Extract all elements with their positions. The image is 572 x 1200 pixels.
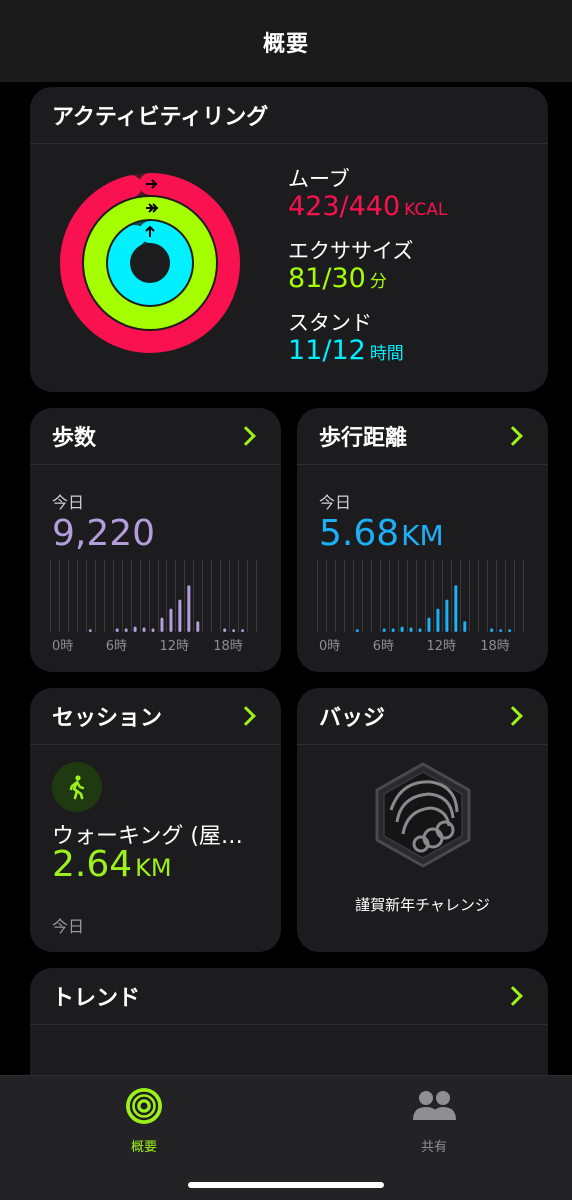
exercise-unit: 分	[369, 272, 387, 292]
card-header: 歩数	[30, 408, 281, 465]
session-day: 今日	[52, 917, 85, 936]
new-year-badge-icon[interactable]	[371, 760, 475, 870]
hour-axis-label: 18時	[480, 639, 510, 654]
exercise-label: エクササイズ	[288, 239, 414, 263]
badge-label: 謹賀新年チャレンジ	[355, 896, 490, 914]
hour-bar	[151, 628, 155, 632]
hour-bar	[133, 626, 137, 632]
hour-bar	[463, 621, 467, 632]
stand-stat: スタンド 11/12 時間	[288, 307, 404, 366]
card-header: セッション	[30, 688, 281, 745]
move-value: 423/440	[288, 191, 401, 222]
move-unit: KCAL	[404, 200, 448, 220]
hour-bar	[160, 617, 164, 632]
hour-bar	[490, 628, 494, 632]
move-value-line: 423/440 KCAL	[288, 191, 447, 222]
distance-period: 今日	[319, 493, 352, 512]
hour-bar	[445, 599, 449, 632]
walking-icon	[52, 762, 102, 812]
hour-bar	[391, 628, 395, 632]
steps-value: 9,220	[52, 513, 156, 554]
activity-rings-card[interactable]: アクティビティリング ムーブ 423/440 KCAL エクササイズ 81/30 分…	[30, 87, 548, 392]
distance-card-title: 歩行距離	[319, 426, 408, 451]
move-label: ムーブ	[288, 167, 350, 191]
hour-bar	[178, 599, 182, 632]
hour-bar	[241, 629, 245, 632]
hour-bar	[196, 621, 200, 632]
chevron-right-icon[interactable]	[503, 426, 523, 446]
hour-bar	[418, 628, 422, 632]
distance-value-line: 5.68KM	[319, 513, 548, 554]
stand-label: スタンド	[288, 311, 372, 335]
distance-unit: KM	[401, 519, 444, 552]
activity-card-title: アクティビティリング	[52, 105, 269, 130]
stand-ring	[108, 221, 192, 305]
chevron-right-icon[interactable]	[503, 706, 523, 726]
session-value: 2.64	[52, 844, 133, 885]
home-indicator	[188, 1182, 384, 1188]
card-header: トレンド	[30, 968, 548, 1025]
hour-bar	[355, 629, 359, 632]
distance-value: 5.68	[319, 513, 400, 554]
hour-bar	[169, 608, 173, 632]
hour-bar	[88, 629, 92, 632]
hour-axis-label: 6時	[106, 639, 127, 654]
hour-axis-label: 6時	[373, 639, 394, 654]
hour-bar	[124, 628, 128, 632]
hour-bar	[223, 628, 227, 632]
badges-card[interactable]: バッジ 謹賀新年チャレンジ	[297, 688, 548, 952]
hour-axis-label: 12時	[160, 639, 190, 654]
trend-card-title: トレンド	[52, 986, 141, 1011]
tab-summary-label: 概要	[130, 1140, 157, 1155]
session-unit: KM	[135, 854, 172, 882]
page-title: 概要	[262, 32, 309, 57]
hour-bar	[436, 608, 440, 632]
hour-bar	[115, 628, 119, 632]
hour-bar	[409, 627, 413, 632]
exercise-value: 81/30	[288, 263, 366, 294]
steps-card-title: 歩数	[52, 426, 97, 451]
card-header: 歩行距離	[297, 408, 548, 465]
hour-bar	[232, 629, 236, 632]
hour-axis-label: 0時	[52, 639, 73, 654]
hour-axis-label: 0時	[319, 639, 340, 654]
hour-bar	[382, 628, 386, 632]
session-value-line: 2.64 KM	[52, 844, 172, 885]
hour-bar	[508, 629, 512, 632]
badge-card-title: バッジ	[319, 706, 386, 731]
card-header: バッジ	[297, 688, 548, 745]
tab-summary[interactable]: 概要	[84, 1086, 204, 1155]
stand-value-line: 11/12 時間	[288, 335, 404, 366]
hour-bar	[142, 627, 146, 632]
summary-rings-icon	[126, 1088, 162, 1124]
stand-unit: 時間	[369, 344, 404, 364]
hour-bar	[187, 585, 191, 632]
steps-card[interactable]: 歩数 今日 9,220 0時 6時 12時 18時	[30, 408, 281, 672]
hour-bar	[454, 585, 458, 632]
chevron-right-icon[interactable]	[236, 426, 256, 446]
stand-value: 11/12	[288, 335, 366, 366]
hour-axis-label: 12時	[427, 639, 457, 654]
hour-bar	[427, 617, 431, 632]
activity-rings	[60, 173, 240, 353]
card-header: アクティビティリング	[30, 87, 548, 144]
session-card-title: セッション	[52, 706, 163, 731]
nav-header: 概要	[0, 0, 572, 82]
sessions-card[interactable]: セッション ウォーキング (屋… 2.64 KM 今日	[30, 688, 281, 952]
distance-hourly-chart: 0時 6時 12時 18時	[317, 560, 524, 654]
move-stat: ムーブ 423/440 KCAL	[288, 163, 447, 222]
exercise-stat: エクササイズ 81/30 分	[288, 235, 413, 294]
exercise-value-line: 81/30 分	[288, 263, 413, 294]
hour-bar	[400, 626, 404, 632]
hour-axis-label: 18時	[213, 639, 243, 654]
chevron-right-icon[interactable]	[503, 986, 523, 1006]
walking-distance-card[interactable]: 歩行距離 今日 5.68KM 0時 6時 12時 18時	[297, 408, 548, 672]
tab-share[interactable]: 共有	[374, 1086, 494, 1155]
chevron-right-icon[interactable]	[236, 706, 256, 726]
tab-share-label: 共有	[420, 1140, 447, 1155]
steps-hourly-chart: 0時 6時 12時 18時	[50, 560, 257, 654]
hour-bar	[499, 629, 503, 632]
steps-period: 今日	[52, 493, 85, 512]
people-icon	[413, 1091, 456, 1120]
